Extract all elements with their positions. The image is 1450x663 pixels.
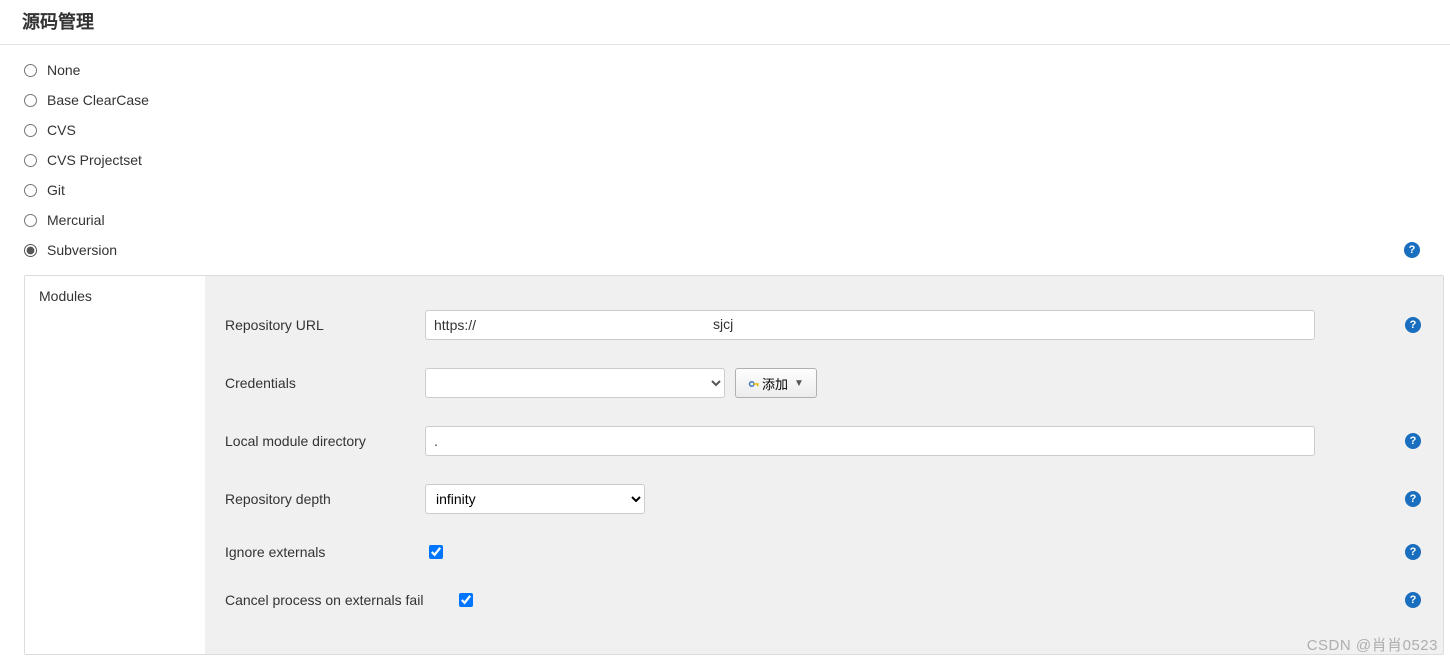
scm-radio-none[interactable] — [24, 64, 37, 77]
help-icon[interactable]: ? — [1405, 433, 1421, 449]
repo-url-input[interactable] — [425, 310, 1315, 340]
scm-radio-cvs[interactable] — [24, 124, 37, 137]
scm-radio-subversion[interactable] — [24, 244, 37, 257]
chevron-down-icon: ▼ — [794, 378, 804, 389]
scm-options: None Base ClearCase CVS CVS Projectset G… — [0, 45, 1450, 269]
cancel-on-fail-label: Cancel process on externals fail — [225, 592, 455, 608]
ignore-externals-label: Ignore externals — [225, 544, 425, 560]
modules-tab: Modules — [25, 276, 205, 654]
scm-label-subversion[interactable]: Subversion — [47, 242, 117, 258]
scm-label-none[interactable]: None — [47, 62, 80, 78]
scm-label-mercurial[interactable]: Mercurial — [47, 212, 105, 228]
scm-radio-git[interactable] — [24, 184, 37, 197]
scm-label-git[interactable]: Git — [47, 182, 65, 198]
add-credentials-button[interactable]: 添加 ▼ — [735, 368, 817, 398]
section-title: 源码管理 — [0, 0, 1450, 45]
scm-label-clearcase[interactable]: Base ClearCase — [47, 92, 149, 108]
help-icon[interactable]: ? — [1405, 317, 1421, 333]
credentials-select[interactable] — [425, 368, 725, 398]
repo-depth-select[interactable]: infinity — [425, 484, 645, 514]
cancel-on-fail-checkbox[interactable] — [459, 593, 473, 607]
credentials-label: Credentials — [225, 375, 425, 391]
help-icon[interactable]: ? — [1405, 491, 1421, 507]
help-icon[interactable]: ? — [1405, 592, 1421, 608]
local-dir-label: Local module directory — [225, 433, 425, 449]
scm-radio-clearcase[interactable] — [24, 94, 37, 107]
subversion-panel: Modules Repository URL sjcj ? Credential… — [24, 275, 1444, 655]
repo-depth-label: Repository depth — [225, 491, 425, 507]
help-icon[interactable]: ? — [1404, 242, 1420, 258]
add-button-label: 添加 — [762, 374, 788, 393]
ignore-externals-checkbox[interactable] — [429, 545, 443, 559]
scm-radio-mercurial[interactable] — [24, 214, 37, 227]
key-icon — [748, 378, 758, 388]
scm-label-cvs[interactable]: CVS — [47, 122, 76, 138]
modules-tab-label: Modules — [39, 288, 92, 304]
help-icon[interactable]: ? — [1405, 544, 1421, 560]
scm-label-cvs-projectset[interactable]: CVS Projectset — [47, 152, 142, 168]
scm-radio-cvs-projectset[interactable] — [24, 154, 37, 167]
local-dir-input[interactable] — [425, 426, 1315, 456]
repo-url-label: Repository URL — [225, 317, 425, 333]
